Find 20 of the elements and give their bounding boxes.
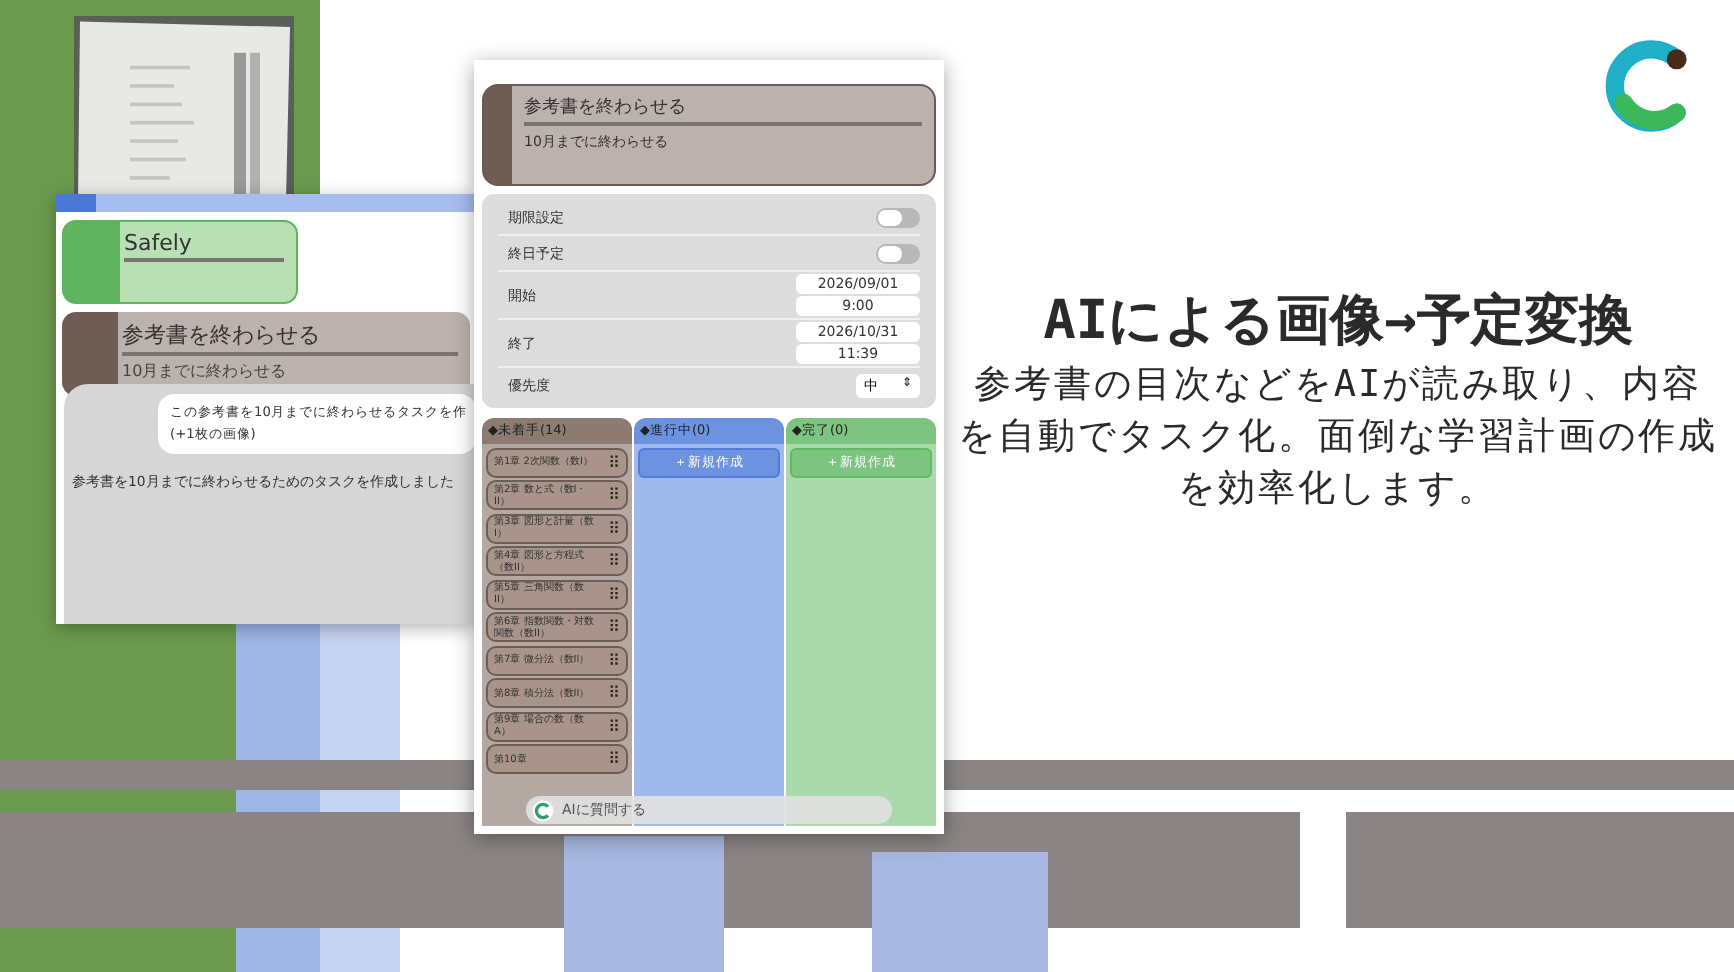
description: 参考書の目次などをAIが読み取り、内容を自動でタスク化。面倒な学習計画の作成を効率化します。 bbox=[956, 362, 1720, 514]
drag-handle-icon[interactable]: ⠿ bbox=[608, 618, 620, 636]
headline: AIによる画像→予定変換 bbox=[1041, 288, 1635, 356]
card-title: 参考書を終わらせる bbox=[122, 320, 458, 356]
toggle-switch[interactable] bbox=[876, 207, 920, 227]
task-card[interactable]: Safely bbox=[62, 220, 298, 304]
drag-handle-icon[interactable]: ⠿ bbox=[608, 750, 620, 768]
card-note: 10月までに終わらせる bbox=[122, 360, 289, 382]
drag-handle-icon[interactable]: ⠿ bbox=[608, 552, 620, 570]
drag-handle-icon[interactable]: ⠿ bbox=[608, 453, 620, 471]
task-title: 参考書を終わらせる bbox=[524, 94, 922, 126]
toggle-switch[interactable] bbox=[876, 243, 920, 263]
drag-handle-icon[interactable]: ⠿ bbox=[608, 486, 620, 504]
logo-icon bbox=[532, 799, 554, 821]
drag-handle-icon[interactable]: ⠿ bbox=[608, 684, 620, 702]
drag-handle-icon[interactable]: ⠿ bbox=[608, 519, 620, 537]
drag-handle-icon[interactable]: ⠿ bbox=[608, 585, 620, 603]
drag-handle-icon[interactable]: ⠿ bbox=[608, 717, 620, 735]
card-title: Safely bbox=[124, 230, 284, 262]
drag-handle-icon[interactable]: ⠿ bbox=[608, 651, 620, 669]
